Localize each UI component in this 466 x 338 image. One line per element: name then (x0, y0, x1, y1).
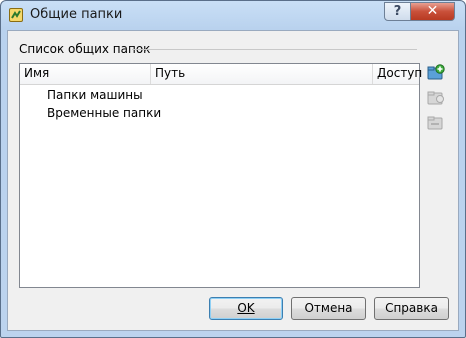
close-icon: ✕ (426, 3, 439, 19)
ok-button[interactable]: OK (209, 297, 283, 320)
shared-folders-dialog: Общие папки ? ✕ Список общих папок Имя П… (0, 0, 466, 338)
column-header-path[interactable]: Путь (151, 64, 373, 84)
add-folder-icon[interactable] (427, 64, 445, 82)
help-button[interactable]: Справка (374, 297, 449, 320)
group-divider (132, 49, 417, 50)
question-icon: ? (393, 4, 402, 19)
title-bar[interactable]: Общие папки ? ✕ (1, 1, 465, 29)
column-header-name[interactable]: Имя (20, 64, 151, 84)
ok-button-label: OK (237, 301, 255, 315)
column-header-access[interactable]: Доступ (373, 64, 422, 84)
edit-folder-icon[interactable] (427, 89, 445, 107)
close-button[interactable]: ✕ (410, 2, 455, 21)
remove-folder-icon[interactable] (427, 114, 445, 132)
virtualbox-app-icon (9, 8, 23, 22)
list-item-transient-folders[interactable]: Временные папки (47, 104, 161, 122)
title-help-button[interactable]: ? (384, 2, 411, 21)
window-title: Общие папки (30, 7, 123, 22)
list-header: Имя Путь Доступ (20, 64, 422, 85)
list-item-machine-folders[interactable]: Папки машины (47, 86, 143, 104)
dialog-client-area: Список общих папок Имя Путь Доступ Папки… (7, 30, 459, 331)
help-button-label: Справка (385, 301, 438, 315)
cancel-button-label: Отмена (304, 301, 353, 315)
cancel-button[interactable]: Отмена (291, 297, 366, 320)
shared-folders-list[interactable]: Имя Путь Доступ Папки машины Временные п… (19, 63, 422, 288)
